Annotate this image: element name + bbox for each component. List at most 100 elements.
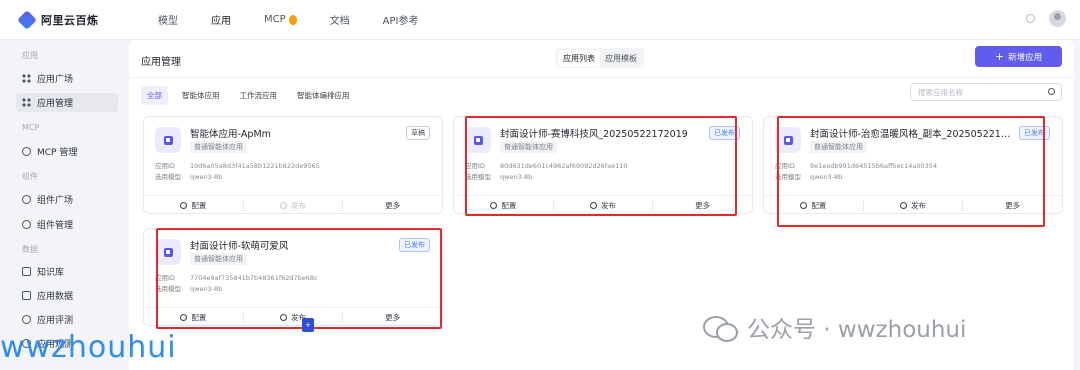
filter-orchestration-apps[interactable]: 智能体编排应用: [291, 86, 356, 105]
app-icon: [775, 127, 801, 153]
nav-item-mcp[interactable]: MCP: [264, 14, 297, 25]
sidebar-item-label: 组件广场: [37, 196, 74, 206]
sidebar-item-mcp-management[interactable]: MCP 管理: [16, 142, 118, 161]
watermark-left: wwzhouhui: [0, 330, 177, 365]
sidebar-item-label: 组件管理: [37, 221, 74, 231]
plus-icon: +: [994, 50, 1005, 63]
grid-icon: [22, 98, 31, 107]
grid-icon: [22, 74, 31, 83]
top-right-tools: [1026, 10, 1066, 27]
app-id-row: 应用ID 80d631de601c4962af69092d26fae110: [465, 162, 628, 170]
publish-button[interactable]: 发布: [244, 312, 343, 323]
model-row: 选用模型 qwen3-8b: [155, 285, 223, 293]
book-icon: [22, 267, 31, 276]
filter-agent-apps[interactable]: 智能体应用: [176, 86, 226, 105]
flame-icon: [288, 14, 297, 25]
sidebar-item-label: 应用广场: [37, 75, 74, 85]
sidebar-group-mcp: MCP: [22, 123, 40, 132]
app-card-title[interactable]: 封面设计师-软萌可爱风: [190, 238, 288, 252]
status-badge: 已发布: [1019, 126, 1050, 140]
watermark-right-text: 公众号 · wwzhouhui: [747, 317, 967, 343]
settings-icon: [490, 202, 498, 209]
sidebar-item-app-management[interactable]: 应用管理: [16, 93, 118, 112]
app-card-title[interactable]: 封面设计师-赛博科技风_20250522172019: [500, 126, 688, 140]
divider: [129, 77, 1074, 78]
settings-icon[interactable]: [1026, 14, 1035, 23]
app-card[interactable]: 封面设计师-软萌可爱风 普通智能体应用 已发布 应用ID 7704e9af7358…: [143, 228, 443, 326]
card-actions: 配置 发布 更多: [454, 195, 752, 215]
nav-item-mcp-label: MCP: [264, 14, 286, 25]
tab-app-templates[interactable]: 应用模板: [600, 50, 642, 67]
brand-name: 阿里云百炼: [41, 13, 99, 27]
nav-item-api[interactable]: API参考: [383, 12, 419, 27]
publish-button[interactable]: 发布: [554, 200, 653, 211]
more-button[interactable]: 更多: [963, 200, 1062, 211]
more-button[interactable]: 更多: [653, 200, 752, 211]
sidebar-item-label: 应用评测: [37, 316, 74, 326]
nav-item-docs[interactable]: 文档: [330, 12, 350, 27]
drag-handle-icon[interactable]: +: [302, 318, 314, 332]
app-icon: [155, 127, 181, 153]
view-switch: 应用列表 应用模板: [556, 48, 644, 68]
watermark-right: 公众号 · wwzhouhui: [703, 310, 966, 344]
search-input[interactable]: 搜索应用名称: [910, 83, 1062, 101]
model-row: 选用模型 qwen3-8b: [775, 173, 843, 181]
search-placeholder: 搜索应用名称: [918, 87, 963, 97]
sidebar-item-component-plaza[interactable]: 组件广场: [16, 190, 118, 209]
status-badge: 已发布: [399, 238, 430, 252]
sidebar-item-knowledge-base[interactable]: 知识库: [16, 262, 118, 281]
card-actions: 配置 发布 更多: [144, 195, 442, 215]
status-badge: 草稿: [406, 126, 430, 140]
filter-all[interactable]: 全部: [141, 86, 168, 105]
settings-icon: [180, 314, 188, 321]
app-id-row: 应用ID 9e1eadb991d64515b6aff5ec14a00354: [775, 162, 938, 170]
plug-icon: [22, 147, 31, 156]
model-row: 选用模型 qwen3-8b: [155, 173, 223, 181]
nav-item-apps[interactable]: 应用: [211, 12, 231, 27]
publish-icon: [280, 314, 287, 321]
app-type-tag: 普通智能体应用: [810, 141, 867, 153]
more-button[interactable]: 更多: [343, 312, 442, 323]
configure-button[interactable]: 配置: [454, 200, 553, 211]
publish-icon: [280, 202, 287, 209]
wechat-icon: [703, 314, 738, 342]
app-card[interactable]: 封面设计师-赛博科技风_20250522172019 普通智能体应用 已发布 应…: [453, 116, 753, 214]
app-id-row: 应用ID 7704e9af735841b7b48361f62d7be68c: [155, 274, 318, 282]
app-card[interactable]: 封面设计师-治愈温暖风格_副本_2025052217115… 普通智能体应用 已…: [763, 116, 1063, 214]
sidebar-item-app-data[interactable]: 应用数据: [16, 286, 118, 305]
sidebar-group-apps: 应用: [22, 51, 38, 60]
publish-icon: [900, 202, 907, 209]
avatar[interactable]: [1049, 10, 1066, 27]
search-icon[interactable]: [1048, 88, 1055, 95]
tab-app-list[interactable]: 应用列表: [558, 49, 600, 67]
card-actions: 配置 发布 更多: [764, 195, 1062, 215]
configure-button[interactable]: 配置: [144, 200, 243, 211]
app-icon: [155, 239, 181, 265]
app-card-title[interactable]: 智能体应用-ApMm: [190, 126, 271, 140]
new-app-button-label: 新增应用: [1008, 52, 1043, 63]
top-bar: 阿里云百炼 模型 应用 MCP 文档 API参考: [0, 0, 1080, 40]
nav-item-models[interactable]: 模型: [158, 12, 178, 27]
brand-logo[interactable]: 阿里云百炼: [17, 9, 140, 30]
configure-button[interactable]: 配置: [764, 200, 863, 211]
sidebar-item-label: 知识库: [37, 268, 65, 278]
sidebar-item-component-management[interactable]: 组件管理: [16, 215, 118, 234]
publish-button[interactable]: 发布: [244, 200, 343, 211]
sidebar-item-label: 应用管理: [37, 99, 74, 109]
new-app-button[interactable]: + 新增应用: [975, 46, 1062, 67]
card-actions: 配置 发布 更多: [144, 307, 442, 327]
sidebar-item-app-plaza[interactable]: 应用广场: [16, 69, 118, 88]
publish-button[interactable]: 发布: [864, 200, 963, 211]
configure-button[interactable]: 配置: [144, 312, 243, 323]
sidebar-item-label: MCP 管理: [37, 148, 78, 158]
app-card[interactable]: 智能体应用-ApMm 普通智能体应用 草稿 应用ID 10d6a05a8d3f41…: [143, 116, 443, 214]
app-type-tag: 普通智能体应用: [190, 141, 247, 153]
page-title: 应用管理: [141, 57, 181, 68]
more-button[interactable]: 更多: [343, 200, 442, 211]
status-badge: 已发布: [709, 126, 740, 140]
app-card-title[interactable]: 封面设计师-治愈温暖风格_副本_2025052217115…: [810, 126, 1015, 140]
settings-icon: [180, 202, 188, 209]
sidebar-item-app-evaluation[interactable]: 应用评测: [16, 310, 118, 329]
sidebar-item-label: 应用数据: [37, 292, 74, 302]
filter-workflow-apps[interactable]: 工作流应用: [234, 86, 284, 105]
